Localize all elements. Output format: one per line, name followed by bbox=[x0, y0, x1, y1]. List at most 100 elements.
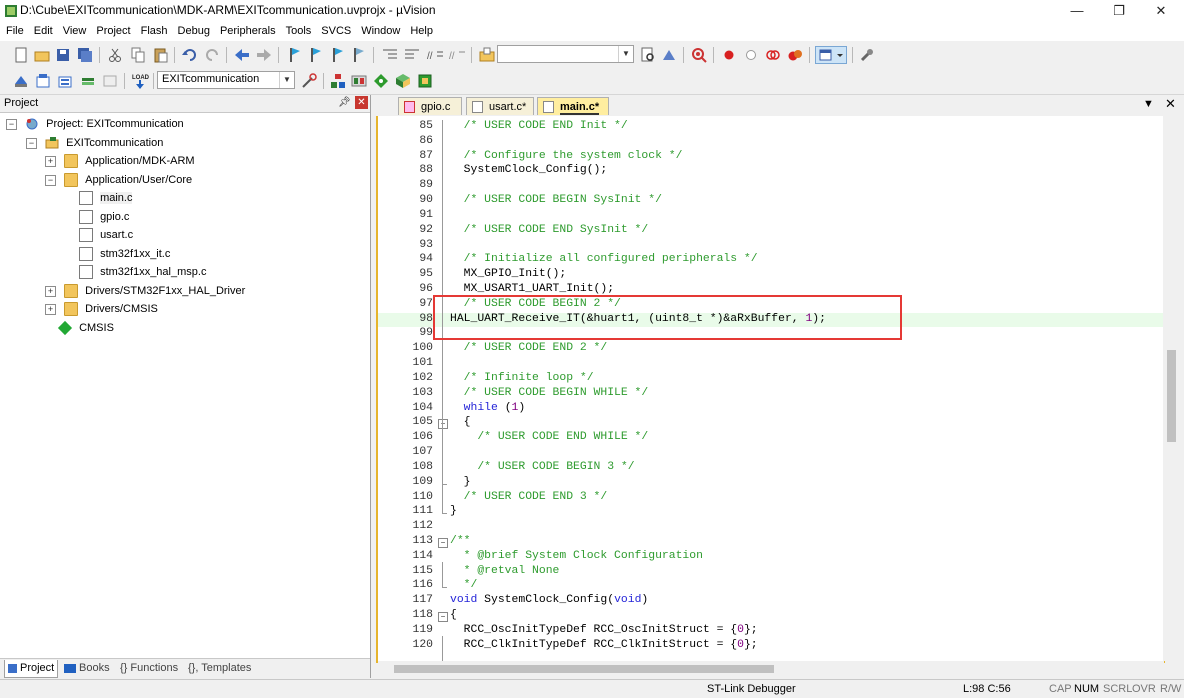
download-load-icon[interactable]: LOAD bbox=[131, 72, 149, 90]
editor-horizontal-scrollbar[interactable] bbox=[378, 661, 1164, 677]
open-file-icon[interactable] bbox=[33, 46, 51, 64]
next-bookmark-icon[interactable] bbox=[329, 46, 347, 64]
menu-view[interactable]: View bbox=[59, 22, 91, 41]
select-packs-icon[interactable] bbox=[350, 72, 368, 90]
comment-selection-icon[interactable]: // bbox=[426, 46, 444, 64]
collapse-icon[interactable]: − bbox=[45, 174, 56, 186]
stop-build-icon[interactable] bbox=[101, 72, 119, 90]
incremental-find-icon[interactable] bbox=[660, 46, 678, 64]
navigate-forward-icon[interactable] bbox=[255, 46, 273, 64]
tab-list-dropdown-icon[interactable]: ▼ bbox=[1143, 98, 1154, 110]
prev-bookmark-icon[interactable] bbox=[307, 46, 325, 64]
menu-window[interactable]: Window bbox=[357, 22, 404, 41]
collapse-icon[interactable]: − bbox=[6, 118, 17, 130]
software-packs-icon[interactable] bbox=[416, 72, 434, 90]
paste-icon[interactable] bbox=[152, 46, 170, 64]
new-file-icon[interactable] bbox=[12, 46, 30, 64]
menu-file[interactable]: File bbox=[2, 22, 28, 41]
chevron-down-icon[interactable]: ▼ bbox=[279, 72, 294, 88]
insert-breakpoint-icon[interactable] bbox=[720, 46, 738, 64]
maximize-button[interactable]: ❐ bbox=[1096, 0, 1142, 22]
target-options-icon[interactable] bbox=[300, 72, 318, 90]
pack-installer-icon[interactable] bbox=[394, 72, 412, 90]
minimize-button[interactable]: — bbox=[1054, 0, 1100, 22]
tree-item-stm32f1xx-it-c[interactable]: stm32f1xx_it.c bbox=[79, 245, 170, 263]
pin-icon[interactable]: 📌︎ bbox=[338, 97, 351, 108]
debug-session-icon[interactable] bbox=[690, 46, 708, 64]
close-window-button[interactable]: ✕ bbox=[1138, 0, 1184, 22]
tree-item-cmsis-component[interactable]: CMSIS bbox=[57, 319, 114, 337]
menu-flash[interactable]: Flash bbox=[137, 22, 172, 41]
unindent-icon[interactable] bbox=[403, 46, 421, 64]
navigate-back-icon[interactable] bbox=[233, 46, 251, 64]
save-all-icon[interactable] bbox=[76, 46, 94, 64]
find-in-files-icon[interactable] bbox=[478, 46, 496, 64]
tree-item-hal-msp-c[interactable]: stm32f1xx_hal_msp.c bbox=[79, 263, 206, 281]
tab-books[interactable]: Books bbox=[61, 660, 113, 677]
vertical-scroll-thumb[interactable] bbox=[1167, 350, 1176, 442]
menu-tools[interactable]: Tools bbox=[282, 22, 316, 41]
fold-guide-end bbox=[442, 587, 447, 589]
code-editor[interactable]: 85 /* USER CODE END Init */ 86 87 /* Confi… bbox=[376, 116, 1165, 663]
horizontal-scroll-thumb[interactable] bbox=[394, 665, 774, 673]
redo-icon[interactable] bbox=[203, 46, 221, 64]
find-combo[interactable]: ▼ bbox=[497, 45, 634, 63]
uncomment-selection-icon[interactable]: // bbox=[448, 46, 466, 64]
menu-svcs[interactable]: SVCS bbox=[317, 22, 355, 41]
enable-breakpoint-icon[interactable] bbox=[742, 46, 760, 64]
tree-item-group-hal-driver[interactable]: + Drivers/STM32F1xx_HAL_Driver bbox=[45, 282, 245, 300]
tree-item-group-user-core[interactable]: − Application/User/Core bbox=[45, 171, 192, 189]
manage-project-items-icon[interactable] bbox=[329, 72, 347, 90]
expand-icon[interactable]: + bbox=[45, 303, 56, 315]
menu-peripherals[interactable]: Peripherals bbox=[216, 22, 280, 41]
close-panel-icon[interactable]: ✕ bbox=[355, 96, 368, 109]
tab-gpio-c[interactable]: gpio.c bbox=[398, 97, 462, 115]
manage-runtime-icon[interactable] bbox=[372, 72, 390, 90]
configure-icon[interactable] bbox=[858, 46, 876, 64]
editor-vertical-scrollbar[interactable] bbox=[1163, 116, 1184, 661]
indent-icon[interactable] bbox=[381, 46, 399, 64]
window-layout-dropdown[interactable] bbox=[815, 46, 847, 64]
expand-icon[interactable]: + bbox=[45, 155, 56, 167]
target-select[interactable]: EXITcommunication ▼ bbox=[157, 71, 295, 89]
disable-breakpoints-icon[interactable] bbox=[764, 46, 782, 64]
copy-icon[interactable] bbox=[129, 46, 147, 64]
cut-icon[interactable] bbox=[106, 46, 124, 64]
tree-item-gpio-c[interactable]: gpio.c bbox=[79, 208, 129, 226]
tree-item-project-root[interactable]: − Project: EXITcommunication bbox=[6, 115, 184, 133]
chevron-down-icon[interactable]: ▼ bbox=[618, 46, 633, 62]
undo-icon[interactable] bbox=[181, 46, 199, 64]
bookmark-icon[interactable] bbox=[286, 46, 304, 64]
collapse-icon[interactable]: − bbox=[26, 137, 37, 149]
fold-toggle-icon[interactable]: − bbox=[438, 419, 448, 430]
tree-item-usart-c[interactable]: usart.c bbox=[79, 226, 133, 244]
translate-icon[interactable] bbox=[12, 72, 30, 90]
build-icon[interactable] bbox=[34, 72, 52, 90]
tab-main-c[interactable]: main.c* bbox=[537, 97, 609, 115]
scroll-indicator: SCRL bbox=[1103, 683, 1133, 695]
tab-project[interactable]: Project bbox=[4, 660, 59, 678]
menu-edit[interactable]: Edit bbox=[30, 22, 57, 41]
line-number: 98 bbox=[419, 312, 433, 325]
tree-item-group-cmsis[interactable]: + Drivers/CMSIS bbox=[45, 300, 158, 318]
expand-icon[interactable]: + bbox=[45, 285, 56, 297]
clear-bookmarks-icon[interactable] bbox=[350, 46, 368, 64]
tab-functions[interactable]: {} Functions bbox=[117, 660, 181, 677]
menu-help[interactable]: Help bbox=[406, 22, 437, 41]
find-icon[interactable] bbox=[639, 46, 657, 64]
project-bottom-tabs: Project Books {} Functions {}, Templates bbox=[0, 658, 370, 678]
tree-item-group-mdk-arm[interactable]: + Application/MDK-ARM bbox=[45, 152, 195, 170]
kill-breakpoints-icon[interactable] bbox=[786, 46, 804, 64]
menu-project[interactable]: Project bbox=[92, 22, 134, 41]
rebuild-icon[interactable] bbox=[56, 72, 74, 90]
batch-build-icon[interactable] bbox=[79, 72, 97, 90]
close-editor-icon[interactable]: ✕ bbox=[1165, 96, 1176, 112]
tree-item-main-c[interactable]: main.c bbox=[79, 189, 133, 207]
save-icon[interactable] bbox=[54, 46, 72, 64]
tree-item-target[interactable]: − EXITcommunication bbox=[26, 134, 163, 152]
fold-toggle-icon[interactable]: − bbox=[438, 612, 448, 623]
menu-debug[interactable]: Debug bbox=[174, 22, 214, 41]
fold-toggle-icon[interactable]: − bbox=[438, 537, 448, 548]
tab-usart-c[interactable]: usart.c* bbox=[466, 97, 534, 115]
tab-templates[interactable]: {}, Templates bbox=[185, 660, 254, 677]
